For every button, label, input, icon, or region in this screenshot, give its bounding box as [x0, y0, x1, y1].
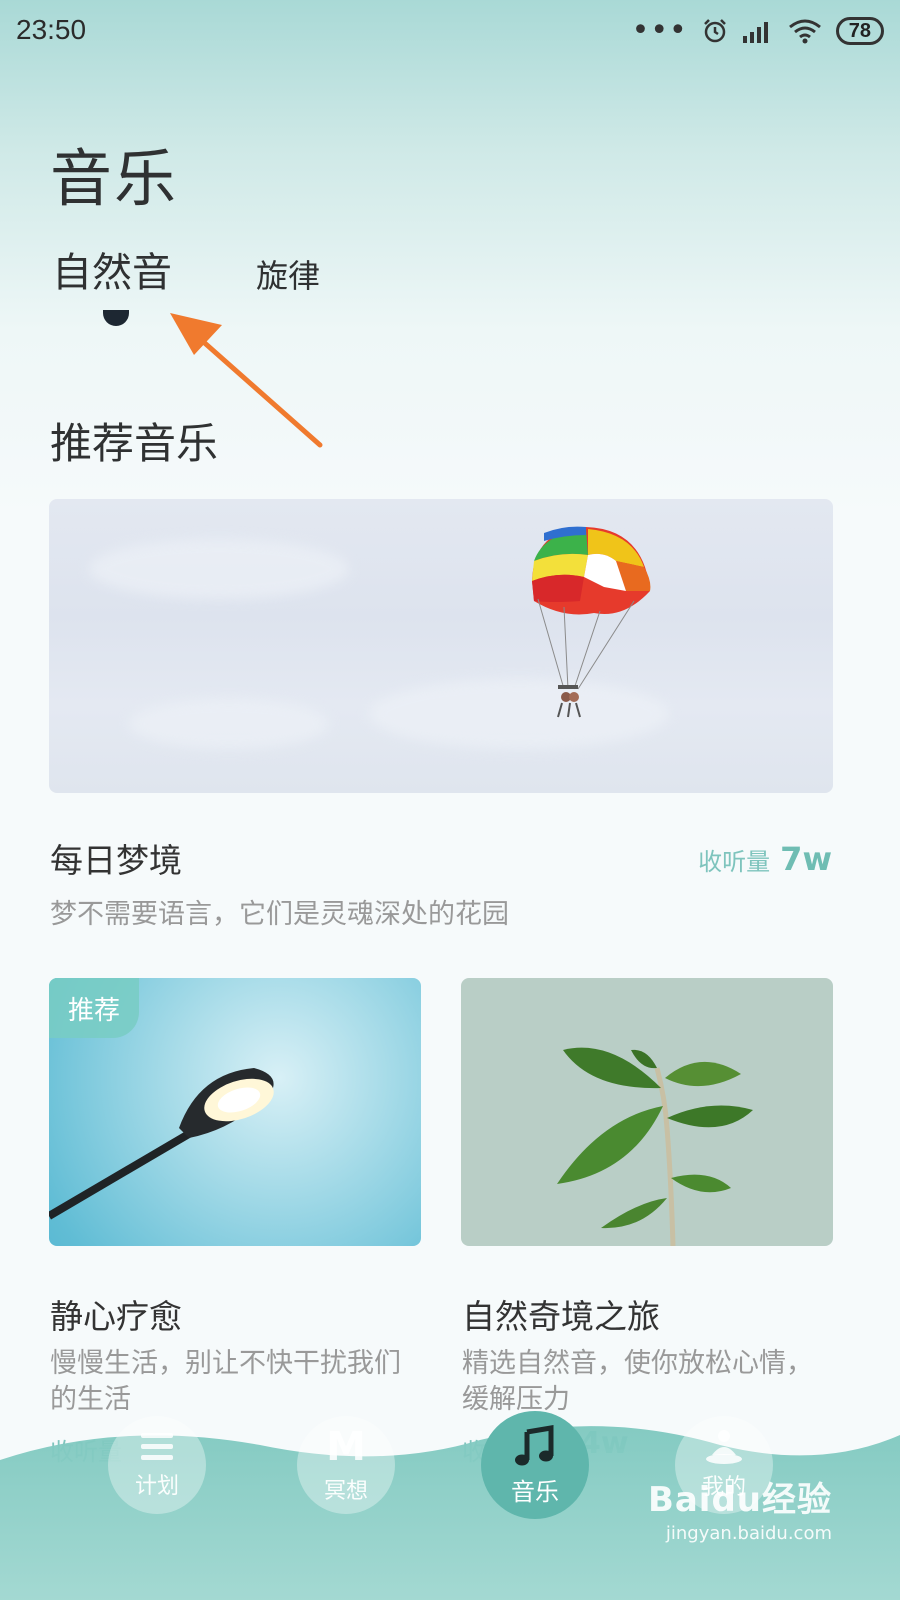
- watermark-url: jingyan.baidu.com: [665, 1523, 832, 1544]
- parachute-icon: [532, 526, 651, 718]
- listens-label: 收听量: [698, 848, 771, 876]
- baidu-watermark: Baidu经验 jingyan.baidu.com: [648, 1472, 832, 1544]
- alarm-icon: [703, 19, 726, 43]
- card-image-plant[interactable]: [461, 978, 833, 1246]
- nav-label: 计划: [134, 1474, 179, 1499]
- wifi-icon: [788, 19, 821, 44]
- hero-title: 每日梦境: [50, 841, 182, 880]
- tab-melody[interactable]: 旋律: [256, 251, 320, 297]
- nav-label: 音乐: [511, 1477, 559, 1506]
- recommend-badge: 推荐: [49, 978, 139, 1038]
- hero-card-image[interactable]: [49, 499, 833, 793]
- plant-icon: [557, 1047, 753, 1246]
- listens-value: 7w: [780, 840, 832, 878]
- nav-plan[interactable]: 计划: [108, 1416, 206, 1514]
- music-note-icon: [515, 1424, 554, 1465]
- section-title: 推荐音乐: [50, 419, 219, 468]
- signal-icon: [742, 22, 768, 43]
- m-letter-icon: M: [326, 1424, 366, 1470]
- status-icons: ••• 78: [632, 14, 884, 48]
- hero-subtitle: 梦不需要语言，它们是灵魂深处的花园: [50, 899, 509, 930]
- card-title: 自然奇境之旅: [462, 1297, 660, 1336]
- tab-nature-sounds[interactable]: 自然音: [52, 240, 172, 298]
- status-time: 23:50: [16, 14, 87, 45]
- menu-lines-icon: [141, 1433, 173, 1460]
- hero-listen-count: 收听量 7w: [698, 840, 832, 878]
- more-dots-icon: •••: [631, 13, 688, 48]
- nav-music[interactable]: 音乐: [481, 1411, 589, 1519]
- watermark-brand: Baidu经验: [647, 1480, 832, 1520]
- nav-meditate[interactable]: M 冥想: [297, 1416, 395, 1514]
- card-title: 静心疗愈: [50, 1297, 182, 1336]
- nav-label: 冥想: [323, 1479, 368, 1504]
- battery-icon: 78: [835, 17, 884, 45]
- active-tab-indicator: [103, 310, 129, 326]
- meditation-person-icon: [706, 1430, 742, 1464]
- page-title: 音乐: [50, 142, 179, 215]
